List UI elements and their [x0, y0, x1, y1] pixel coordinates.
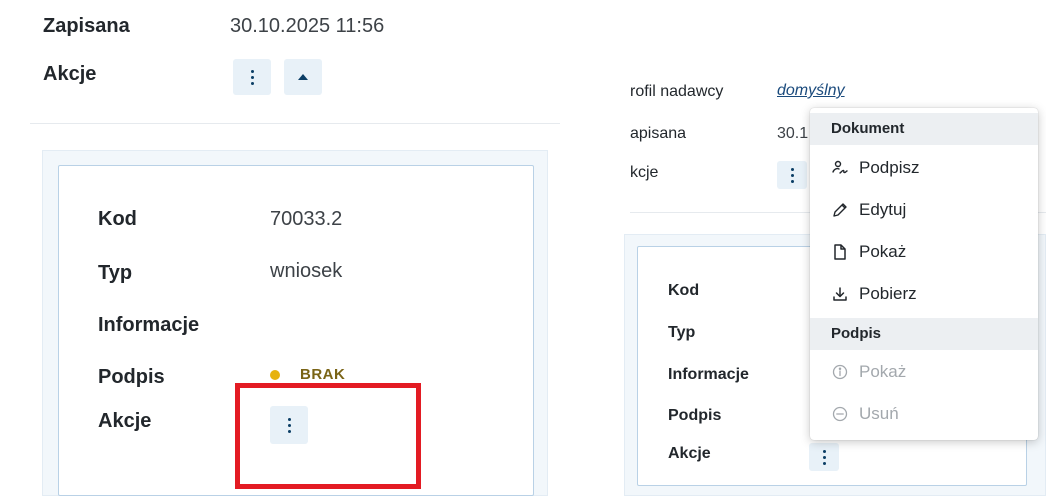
sender-profile-label: rofil nadawcy	[630, 83, 724, 100]
minus-circle-icon	[831, 405, 849, 423]
menu-item-download[interactable]: Pobierz	[810, 273, 1038, 315]
info-label: Informacje	[668, 366, 749, 383]
code-label: Kod	[668, 282, 700, 299]
code-label: Kod	[98, 208, 137, 230]
code-value: 70033.2	[270, 208, 343, 230]
menu-item-label: Pokaż	[859, 362, 907, 381]
signature-icon	[831, 159, 849, 177]
kebab-icon	[790, 167, 794, 183]
signature-label: Podpis	[98, 366, 165, 388]
actions-label: Akcje	[43, 63, 97, 85]
signature-label: Podpis	[668, 407, 722, 424]
menu-section-signature: Podpis	[810, 318, 1038, 350]
kebab-icon	[250, 69, 254, 85]
collapse-button[interactable]	[284, 59, 322, 95]
menu-section-document: Dokument	[810, 113, 1038, 145]
actions-dropdown-menu: Dokument Podpisz Edytuj Pokaż Pobierz Po…	[810, 108, 1038, 440]
menu-item-label: Pokaż	[859, 242, 907, 261]
menu-item-label: Pobierz	[859, 284, 917, 303]
menu-item-sign[interactable]: Podpisz	[810, 147, 1038, 189]
more-actions-button[interactable]	[777, 161, 807, 189]
menu-item-signature-show[interactable]: Pokaż	[810, 351, 1038, 393]
status-dot-icon	[270, 370, 280, 380]
info-circle-icon	[831, 363, 849, 381]
highlight-box	[235, 383, 421, 489]
more-actions-button[interactable]	[233, 59, 271, 95]
saved-value: 30.1	[777, 125, 809, 142]
menu-item-signature-remove[interactable]: Usuń	[810, 393, 1038, 435]
menu-item-label: Edytuj	[859, 200, 907, 219]
actions-label: kcje	[630, 164, 659, 181]
card-actions-label: Akcje	[668, 445, 711, 462]
menu-item-show[interactable]: Pokaż	[810, 231, 1038, 273]
saved-label: apisana	[630, 125, 687, 142]
type-value: wniosek	[270, 260, 343, 282]
kebab-icon	[822, 449, 826, 465]
card-actions-label: Akcje	[98, 410, 152, 432]
pencil-icon	[831, 201, 849, 219]
card-more-actions-button[interactable]	[809, 443, 839, 471]
sender-profile-link[interactable]: domyślny	[777, 82, 845, 100]
saved-value: 30.10.2025 11:56	[230, 15, 385, 37]
saved-label: Zapisana	[43, 15, 130, 37]
menu-item-edit[interactable]: Edytuj	[810, 189, 1038, 231]
menu-item-label: Podpisz	[859, 158, 920, 177]
info-label: Informacje	[98, 314, 200, 336]
document-icon	[831, 243, 849, 261]
signature-status-text: BRAK	[300, 366, 346, 383]
chevron-up-icon	[298, 74, 308, 80]
divider	[30, 123, 560, 124]
download-icon	[831, 285, 849, 303]
type-label: Typ	[668, 324, 696, 341]
menu-item-label: Usuń	[859, 404, 899, 423]
type-label: Typ	[98, 262, 133, 284]
